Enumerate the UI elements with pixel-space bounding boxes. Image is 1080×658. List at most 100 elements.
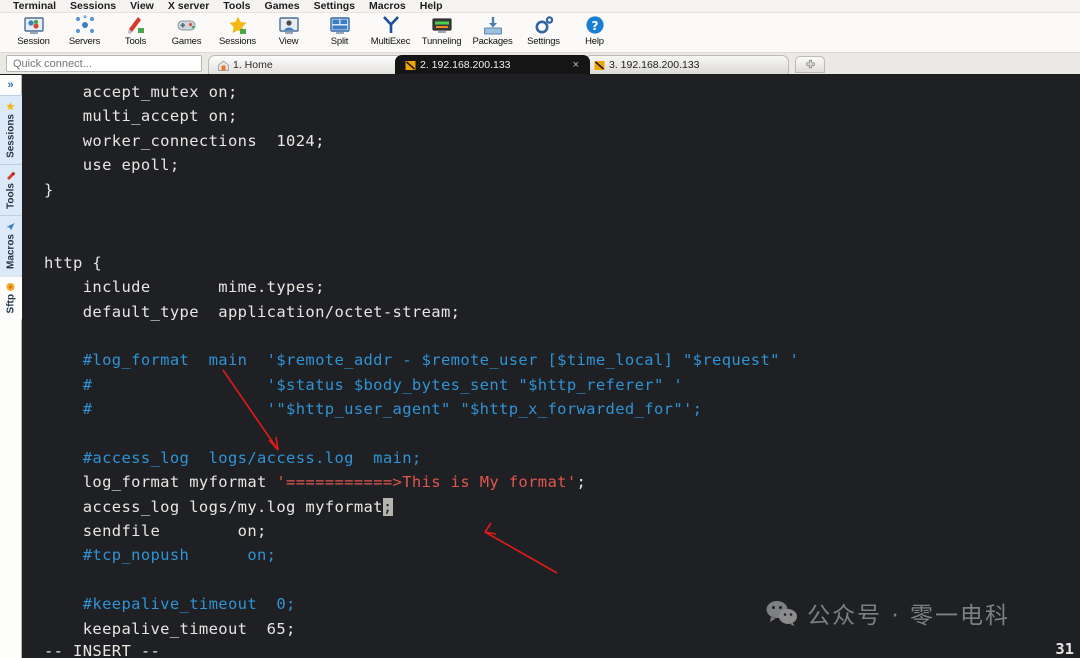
toolbar-button-servers[interactable]: Servers (59, 13, 110, 47)
terminal-content: accept_mutex on; multi_accept on; worker… (44, 80, 1080, 658)
toolbar-button-tools[interactable]: Tools (110, 13, 161, 47)
terminal-line: #access_log logs/access.log main; (44, 446, 1080, 470)
menu-item-games[interactable]: Games (258, 0, 307, 13)
toolbar-button-sessions[interactable]: Sessions (212, 13, 263, 47)
menu-item-x-server[interactable]: X server (161, 0, 216, 13)
split-icon (329, 17, 350, 34)
terminal-text: #log_format main '$remote_addr - $remote… (44, 351, 800, 370)
terminal-text: access_log logs/my.log myformat (44, 497, 383, 516)
terminal-text: log_format myformat (44, 473, 277, 492)
games-icon (177, 20, 195, 31)
terminal-line-number: 31 (1055, 640, 1074, 658)
toolbar-button-label: Sessions (219, 36, 256, 47)
menu-item-settings[interactable]: Settings (307, 0, 362, 13)
terminal-line: } (44, 178, 1080, 202)
view-icon (278, 17, 299, 34)
servers-icon (75, 15, 94, 34)
mobaxterm-window: Terminal Sessions View X server Tools Games Se… (0, 0, 1080, 658)
help-question-icon: ? (585, 16, 604, 34)
macro-icon (7, 222, 15, 231)
toolbar-button-split[interactable]: Split (314, 13, 365, 47)
terminal-text: # '"$http_user_agent" "$http_x_forwarded… (44, 400, 703, 419)
sessions-star-icon (228, 16, 247, 34)
toolbar-button-session[interactable]: Session (8, 13, 59, 47)
terminal-line: log_format myformat '===========>This is… (44, 470, 1080, 494)
toolbar-button-label: Tools (124, 36, 147, 47)
menu-item-view[interactable]: View (123, 0, 161, 13)
toolbar-button-label: Split (330, 36, 349, 47)
tab-label: 2. 192.168.200.133 (420, 59, 511, 71)
main-area: » Sessions Tools Macros Sftp accept_mutex o… (0, 75, 1080, 658)
toolbar-button-multiexec[interactable]: MultiExec (365, 13, 416, 47)
terminal-line: #log_format main '$remote_addr - $remote… (44, 348, 1080, 372)
toolbar-button-label: MultiExec (370, 36, 411, 47)
terminal-text: use epoll; (44, 156, 180, 175)
tab-label: 3. 192.168.200.133 (609, 59, 700, 71)
terminal-tab-3[interactable]: 3. 192.168.200.133 (584, 55, 789, 74)
terminal-line: accept_mutex on; (44, 80, 1080, 104)
toolbar-button-settings[interactable]: Settings (518, 13, 569, 47)
new-tab-button[interactable] (795, 56, 825, 73)
terminal-text: keepalive_timeout 65; (44, 619, 296, 638)
toolbar-button-label: Games (171, 36, 202, 47)
sidebar-tab-macros[interactable]: Macros (0, 214, 22, 275)
quick-connect-input[interactable] (6, 55, 202, 72)
sidebar-tab-sessions[interactable]: Sessions (0, 95, 22, 164)
home-icon (218, 60, 229, 71)
terminal-text: multi_accept on; (44, 107, 238, 126)
terminal-text: include mime.types; (44, 278, 325, 297)
menu-item-help[interactable]: Help (413, 0, 450, 13)
toolbar-button-help[interactable]: ? Help (569, 13, 620, 47)
sftp-icon (7, 282, 15, 291)
tab-close-icon[interactable]: × (539, 59, 579, 71)
terminal-line: access_log logs/my.log myformat; (44, 495, 1080, 519)
terminal-text: worker_connections 1024; (44, 131, 325, 150)
plus-icon (805, 59, 815, 69)
toolbar-button-games[interactable]: Games (161, 13, 212, 47)
terminal-pane[interactable]: accept_mutex on; multi_accept on; worker… (22, 75, 1080, 658)
terminal-line: #tcp_nopush on; (44, 543, 1080, 567)
toolbar-button-label: Packages (472, 36, 513, 47)
toolbar-button-packages[interactable]: Packages (467, 13, 518, 47)
terminal-tab-2[interactable]: 2. 192.168.200.133 × (395, 55, 590, 74)
terminal-line: # '$status $body_bytes_sent "$http_refer… (44, 373, 1080, 397)
toolbar-button-label: Settings (527, 36, 560, 47)
session-icon (23, 17, 44, 34)
multiexec-icon (382, 16, 399, 33)
terminal-icon (594, 60, 605, 70)
terminal-line: #keepalive_timeout 0; (44, 592, 1080, 616)
toolbar-button-tunneling[interactable]: Tunneling (416, 13, 467, 47)
menu-item-sessions[interactable]: Sessions (63, 0, 123, 13)
terminal-line: # '"$http_user_agent" "$http_x_forwarded… (44, 397, 1080, 421)
tools-icon (127, 17, 144, 34)
toolbar-button-label: View (278, 36, 299, 47)
toolbar-button-label: Tunneling (421, 36, 462, 47)
terminal-line: use epoll; (44, 153, 1080, 177)
terminal-text: accept_mutex on; (44, 83, 238, 101)
terminal-text: } (44, 180, 54, 199)
sidebar-tab-label: Macros (5, 233, 17, 269)
menu-item-macros[interactable]: Macros (362, 0, 413, 13)
toolbar-button-view[interactable]: View (263, 13, 314, 47)
packages-icon (483, 17, 502, 35)
toolbar-button-label: Help (585, 36, 604, 47)
sidebar-tab-sftp[interactable]: Sftp (0, 274, 22, 320)
sidebar-expand-button[interactable]: » (0, 75, 21, 95)
menu-item-tools[interactable]: Tools (216, 0, 257, 13)
terminal-text: #tcp_nopush on; (44, 546, 277, 565)
terminal-tab-1[interactable]: 1. Home (208, 55, 403, 74)
terminal-line: http { (44, 251, 1080, 275)
terminal-text: ; (576, 473, 587, 492)
menu-bar: Terminal Sessions View X server Tools Games Se… (0, 0, 1080, 13)
menu-item-terminal[interactable]: Terminal (6, 0, 63, 13)
terminal-text: http { (44, 253, 103, 272)
terminal-line: include mime.types; (44, 275, 1080, 299)
terminal-text: default_type application/octet-stream; (44, 302, 461, 321)
terminal-cursor: ; (382, 497, 393, 516)
tab-label: 1. Home (233, 59, 273, 71)
sidebar-tab-tools[interactable]: Tools (0, 163, 22, 215)
